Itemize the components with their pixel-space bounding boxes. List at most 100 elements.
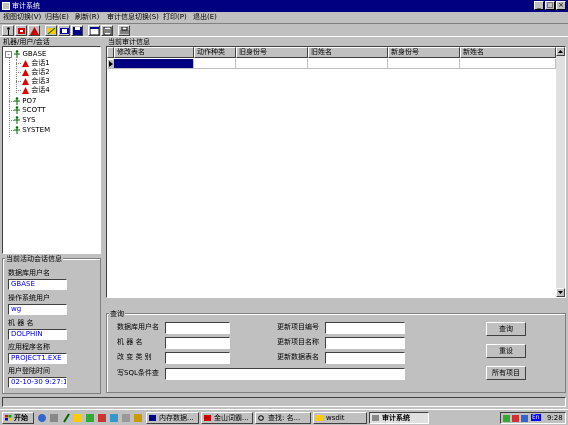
query-update-table-input[interactable] <box>325 352 405 364</box>
task-label: 查找: 名... <box>268 414 301 422</box>
query-button[interactable]: 查询 <box>486 322 526 336</box>
column-header-action[interactable]: 动作种类 <box>194 47 236 58</box>
scroll-up-button[interactable] <box>556 47 565 56</box>
table-cell[interactable] <box>460 59 556 69</box>
maximize-button[interactable]: □ <box>545 1 555 10</box>
query-sql-input[interactable] <box>165 368 405 380</box>
refresh-tool-button[interactable] <box>15 25 27 36</box>
query-update-no-input[interactable] <box>325 322 405 334</box>
task-kingsoft[interactable]: 金山词霸... <box>201 412 253 424</box>
window-icon <box>90 27 99 35</box>
row-indicator[interactable] <box>107 59 114 69</box>
menu-archive[interactable]: 归档(E) <box>45 12 69 22</box>
document-icon <box>103 27 112 35</box>
close-button[interactable]: × <box>556 1 566 10</box>
ime-indicator[interactable]: En <box>531 414 541 421</box>
menu-audit-switch[interactable]: 审计信息切换(S) <box>107 12 159 22</box>
system-tray: En 9:28 <box>500 412 566 424</box>
person-icon <box>14 50 21 58</box>
archive-tool-button[interactable] <box>58 25 70 36</box>
query-change-type-input[interactable] <box>165 352 230 364</box>
task-memory-data[interactable]: 内存数据... <box>146 412 199 424</box>
edit-tool-button[interactable] <box>45 25 57 36</box>
start-button[interactable]: 开始 <box>2 412 34 424</box>
table-cell[interactable] <box>194 59 236 69</box>
tree-session-1[interactable]: 会话1 <box>22 59 50 67</box>
task-find[interactable]: 查找: 名... <box>255 412 311 424</box>
query-update-name-label: 更新项目名称 <box>277 338 319 346</box>
disk-icon <box>73 27 82 35</box>
task-wsdit[interactable]: wsdit <box>313 412 367 424</box>
menu-exit[interactable]: 退出(E) <box>193 12 217 22</box>
app-icon <box>372 415 379 421</box>
person-icon <box>14 106 20 114</box>
column-header-table[interactable]: 修改表名 <box>114 47 194 58</box>
column-header-old-id[interactable]: 旧身份号 <box>236 47 308 58</box>
reset-button[interactable]: 重设 <box>486 344 526 358</box>
minimize-button[interactable]: _ <box>534 1 544 10</box>
audit-pane-title: 当前审计信息 <box>108 38 150 46</box>
start-label: 开始 <box>14 414 28 422</box>
vertical-scrollbar[interactable] <box>556 47 565 297</box>
window-tool-button[interactable] <box>88 25 100 36</box>
arrow-down-icon <box>558 291 563 294</box>
book-icon <box>60 28 69 34</box>
table-cell-selected[interactable] <box>114 59 194 69</box>
query-update-name-input[interactable] <box>325 337 405 349</box>
document-tool-button[interactable] <box>101 25 113 36</box>
clock: 9:28 <box>547 414 563 422</box>
person-icon <box>7 27 10 35</box>
query-db-user-label: 数据库用户名 <box>117 323 159 331</box>
warning-icon <box>22 86 29 94</box>
tree-user-sys[interactable]: SYS <box>14 116 35 124</box>
tree-root-gbase[interactable]: - GBASE <box>5 50 46 58</box>
collapse-icon[interactable]: - <box>5 50 12 58</box>
query-update-no-label: 更新项目编号 <box>277 323 319 331</box>
machine-user-session-tree[interactable]: - GBASE 会话1 会话2 会话3 会话4 PO7 SCOTT SYS SY… <box>2 46 101 254</box>
table-cell[interactable] <box>388 59 460 69</box>
person-icon <box>14 126 20 134</box>
column-header-new-id[interactable]: 新身份号 <box>388 47 460 58</box>
query-machine-input[interactable] <box>165 337 230 349</box>
tree-session-label: 会话3 <box>31 77 50 85</box>
tree-session-label: 会话2 <box>31 68 50 76</box>
audit-table[interactable]: 修改表名 动作种类 旧身份号 旧姓名 新身份号 新姓名 <box>106 46 566 298</box>
os-user-value: wg <box>8 304 67 315</box>
query-sql-label: 写SQL条件查 <box>117 369 159 377</box>
query-db-user-input[interactable] <box>165 322 230 334</box>
tree-user-label: SYSTEM <box>22 126 51 134</box>
tree-session-2[interactable]: 会话2 <box>22 68 50 76</box>
db-user-value: GBASE <box>8 279 67 290</box>
warning-tool-button[interactable] <box>28 25 40 36</box>
tree-user-po7[interactable]: PO7 <box>14 97 36 105</box>
print-tool-button[interactable] <box>118 25 130 36</box>
table-cell[interactable] <box>236 59 308 69</box>
task-audit-system[interactable]: 审计系统 <box>369 412 429 424</box>
menu-view-switch[interactable]: 视图切换(V) <box>3 12 41 22</box>
menu-print[interactable]: 打印(P) <box>163 12 187 22</box>
tree-session-3[interactable]: 会话3 <box>22 77 50 85</box>
quick-launch-icons[interactable] <box>38 413 144 423</box>
row-header-corner <box>107 47 114 58</box>
task-label: 金山词霸... <box>214 414 249 422</box>
arrow-up-icon <box>558 50 563 53</box>
tree-user-system[interactable]: SYSTEM <box>14 126 50 134</box>
warning-icon <box>30 27 39 35</box>
stick-figure-button[interactable] <box>2 25 14 36</box>
all-items-button[interactable]: 所有项目 <box>486 366 526 380</box>
menu-refresh[interactable]: 刷新(R) <box>75 12 99 22</box>
refresh-icon <box>18 28 25 34</box>
scroll-down-button[interactable] <box>556 288 565 297</box>
save-tool-button[interactable] <box>71 25 83 36</box>
warning-icon <box>22 59 29 67</box>
person-icon <box>14 97 20 105</box>
db-user-label: 数据库用户名 <box>8 269 50 277</box>
toolbar <box>0 23 568 37</box>
column-header-old-name[interactable]: 旧姓名 <box>308 47 388 58</box>
column-header-new-name[interactable]: 新姓名 <box>460 47 556 58</box>
table-cell[interactable] <box>308 59 388 69</box>
app-name-label: 应用程序名称 <box>8 343 50 351</box>
tree-session-4[interactable]: 会话4 <box>22 86 50 94</box>
tree-user-scott[interactable]: SCOTT <box>14 106 46 114</box>
os-user-label: 操作系统用户 <box>8 294 50 302</box>
